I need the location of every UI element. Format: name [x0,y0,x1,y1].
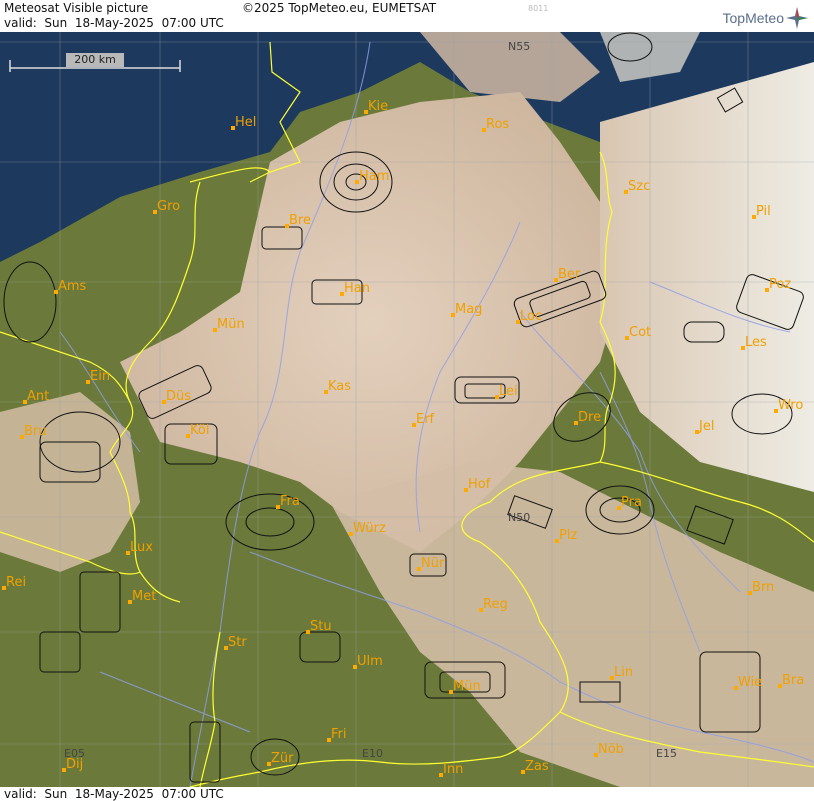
city-label[interactable]: Pra [621,495,642,510]
city-label[interactable]: Ant [27,389,49,404]
city-label[interactable]: Poz [769,277,791,292]
city-label[interactable]: Nür [421,556,445,571]
city-label[interactable]: Mag [455,302,482,317]
image-code: 8011 [528,4,549,13]
city-label[interactable]: Ulm [357,654,383,669]
city-label[interactable]: Pil [756,204,771,219]
city-label[interactable]: Ber [558,267,581,282]
city-label[interactable]: Gro [157,199,180,214]
footer-valid-time: valid: Sun 18-May-2025 07:00 UTC [0,787,814,801]
city-label[interactable]: Reg [483,597,508,612]
scale-label: 200 km [74,53,116,66]
topmeteo-logo[interactable]: TopMeteo [723,6,808,30]
city-label[interactable]: Fri [331,727,347,742]
city-label[interactable]: Dre [578,410,601,425]
city-label[interactable]: Zas [525,759,549,774]
city-label[interactable]: Inn [443,762,463,777]
map-canvas[interactable]: N55N50E05 E10 E15 KieHel RosHamSzcGroBrePil… [0,32,814,787]
map-title: Meteosat Visible picture [4,1,149,15]
city-label[interactable]: Hof [468,477,491,492]
city-label[interactable]: Wro [778,398,803,413]
city-label[interactable]: Stu [310,619,332,634]
city-label[interactable]: Mün [453,679,481,694]
city-label[interactable]: Hel [235,115,256,130]
city-label[interactable]: Fra [280,494,300,509]
city-label[interactable]: Brn [752,580,774,595]
header-bar: Meteosat Visible picture ©2025 TopMeteo.… [0,0,814,32]
grid-coordinate-label: E15 [656,747,677,760]
city-label[interactable]: Loc [520,309,542,324]
city-label[interactable]: Les [745,335,767,350]
logo-text: TopMeteo [722,10,784,26]
city-label[interactable]: Wie [738,675,762,690]
city-label[interactable]: Lin [614,665,633,680]
city-label[interactable]: Ein [90,369,110,384]
city-label[interactable]: Ham [359,169,389,184]
compass-star-icon [786,7,808,29]
city-label[interactable]: Bra [782,673,804,688]
grid-coordinate-label: N50 [508,511,530,524]
city-label[interactable]: Cot [629,325,651,340]
city-label[interactable]: Han [344,281,370,296]
city-label[interactable]: Met [132,589,156,604]
city-label[interactable]: Düs [166,389,191,404]
city-label[interactable]: Szc [628,179,650,194]
city-label[interactable]: Mün [217,317,245,332]
grid-coordinate-label: E10 [362,747,383,760]
city-label[interactable]: Zür [271,751,294,766]
city-label[interactable]: Lux [130,540,153,555]
valid-time: valid: Sun 18-May-2025 07:00 UTC [4,16,224,30]
grid-coordinate-label: N55 [508,40,530,53]
city-label[interactable]: Würz [353,521,386,536]
city-label[interactable]: Ros [486,117,509,132]
satellite-map[interactable]: N55 N50 E05 E10 E15 Kie Hel Ros Ham Szc Gro Bre Pil… [0,32,814,787]
city-label[interactable]: Bre [289,213,311,228]
city-label[interactable]: Lei [499,384,518,399]
city-label[interactable]: Kas [328,379,351,394]
city-label[interactable]: Jel [698,419,714,434]
city-label[interactable]: Kie [368,99,388,114]
city-label[interactable]: Str [228,635,247,650]
city-label[interactable]: Erf [416,412,435,427]
city-label[interactable]: Rei [6,575,26,590]
city-label[interactable]: Bru [24,424,47,439]
city-label[interactable]: Dij [66,757,83,772]
city-label[interactable]: Köl [190,423,209,438]
city-label[interactable]: Plz [559,528,577,543]
city-label[interactable]: Ams [58,279,87,294]
copyright-text: ©2025 TopMeteo.eu, EUMETSAT [242,1,437,15]
city-label[interactable]: Nöb [598,742,624,757]
